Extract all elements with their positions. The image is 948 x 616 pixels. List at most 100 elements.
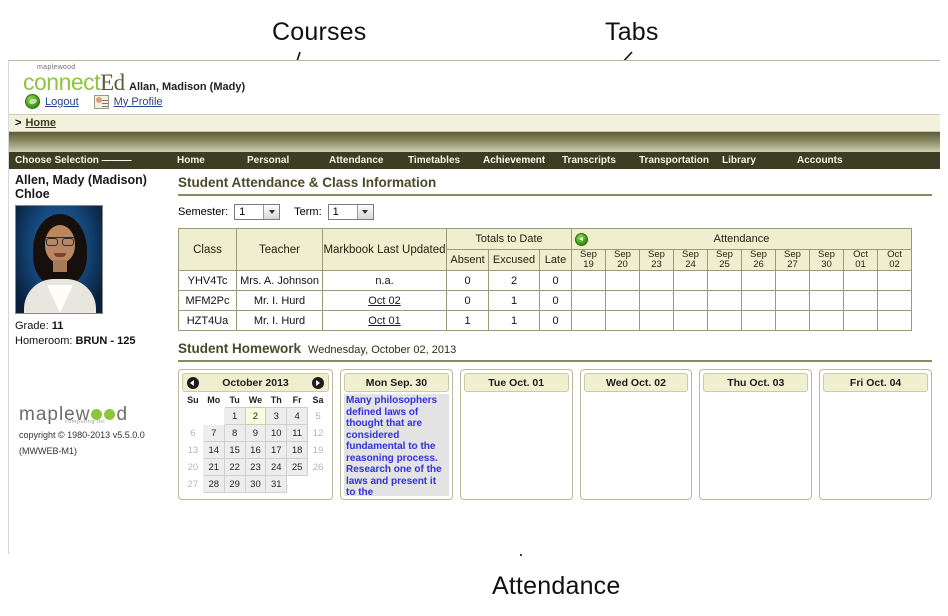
calendar-day[interactable]: 3 xyxy=(265,407,288,425)
cell-att-0-2[interactable] xyxy=(639,270,674,291)
cell-att-2-0[interactable] xyxy=(571,310,606,331)
calendar-day[interactable]: 25 xyxy=(286,458,309,476)
cell-att-0-5[interactable] xyxy=(741,270,776,291)
homework-day-wed: Wed Oct. 02 xyxy=(579,369,693,500)
homework-day-header[interactable]: Tue Oct. 01 xyxy=(463,373,569,392)
markbook-link-2[interactable]: Oct 01 xyxy=(368,315,400,327)
attendance-back-arrow-icon[interactable] xyxy=(575,233,588,246)
nav-item-personal[interactable]: Personal xyxy=(247,155,289,166)
cell-att-2-4[interactable] xyxy=(707,310,742,331)
calendar-day[interactable]: 22 xyxy=(223,458,246,476)
cell-att-1-2[interactable] xyxy=(639,290,674,311)
nav-item-accounts[interactable]: Accounts xyxy=(797,155,843,166)
calendar-week-row: 6 7 8 9 10 11 12 xyxy=(183,424,329,442)
calendar-day[interactable]: 31 xyxy=(265,475,288,493)
homework-day-body xyxy=(703,392,808,496)
cell-att-1-6[interactable] xyxy=(775,290,810,311)
cell-att-1-1[interactable] xyxy=(605,290,640,311)
calendar-day[interactable]: 15 xyxy=(223,441,246,459)
homework-day-body xyxy=(464,392,569,496)
calendar-day[interactable]: 16 xyxy=(244,441,267,459)
homework-day-header[interactable]: Mon Sep. 30 xyxy=(344,373,449,392)
cell-att-2-8[interactable] xyxy=(843,310,878,331)
nav-item-attendance[interactable]: Attendance xyxy=(329,155,383,166)
th-late: Late xyxy=(539,249,572,271)
homework-divider xyxy=(178,360,932,362)
breadcrumb-home-link[interactable]: Home xyxy=(25,117,56,129)
calendar-day[interactable]: 29 xyxy=(223,475,246,493)
calendar-day[interactable]: 8 xyxy=(223,424,246,442)
prev-month-icon[interactable] xyxy=(187,376,199,389)
app-header: maplewood connectEd Allan, Madison (Mady… xyxy=(9,61,940,114)
logout-globe-icon[interactable] xyxy=(25,94,40,109)
calendar-day[interactable]: 10 xyxy=(265,424,288,442)
cell-att-0-1[interactable] xyxy=(605,270,640,291)
homework-day-header[interactable]: Fri Oct. 04 xyxy=(823,373,928,392)
cell-att-0-9[interactable] xyxy=(877,270,912,291)
cell-att-2-5[interactable] xyxy=(741,310,776,331)
cell-att-2-2[interactable] xyxy=(639,310,674,331)
cell-teacher-2: Mr. I. Hurd xyxy=(236,310,323,331)
cell-att-2-3[interactable] xyxy=(673,310,708,331)
main-navigation: Choose Selection ——— Home Personal Atten… xyxy=(9,152,940,169)
term-select-value: 1 xyxy=(332,206,339,218)
semester-chevron-down-icon[interactable] xyxy=(263,205,280,219)
calendar-day[interactable]: 1 xyxy=(223,407,246,425)
calendar-day[interactable]: 17 xyxy=(265,441,288,459)
calendar-day[interactable]: 4 xyxy=(286,407,309,425)
profile-card-icon[interactable] xyxy=(93,94,109,109)
calendar-day[interactable]: 24 xyxy=(265,458,288,476)
calendar-day[interactable]: 11 xyxy=(286,424,309,442)
cell-att-2-9[interactable] xyxy=(877,310,912,331)
cell-att-1-7[interactable] xyxy=(809,290,844,311)
homework-day-header[interactable]: Thu Oct. 03 xyxy=(703,373,809,392)
cell-att-0-6[interactable] xyxy=(775,270,810,291)
calendar-day[interactable]: 23 xyxy=(244,458,267,476)
markbook-link-1[interactable]: Oct 02 xyxy=(368,295,400,307)
cell-markbook-0: n.a. xyxy=(322,270,447,291)
calendar-day: 20 xyxy=(187,461,199,473)
cell-att-2-1[interactable] xyxy=(605,310,640,331)
cell-att-2-6[interactable] xyxy=(775,310,810,331)
cell-att-1-8[interactable] xyxy=(843,290,878,311)
nav-item-transportation[interactable]: Transportation xyxy=(639,155,709,166)
nav-item-timetables[interactable]: Timetables xyxy=(408,155,460,166)
cell-att-0-8[interactable] xyxy=(843,270,878,291)
my-profile-link[interactable]: My Profile xyxy=(114,96,163,108)
cell-att-1-3[interactable] xyxy=(673,290,708,311)
term-select[interactable]: 1 xyxy=(327,204,374,220)
nav-item-library[interactable]: Library xyxy=(722,155,756,166)
title-divider xyxy=(178,194,932,196)
cell-att-0-7[interactable] xyxy=(809,270,844,291)
nav-item-home[interactable]: Home xyxy=(177,155,205,166)
calendar-day[interactable]: 7 xyxy=(202,424,225,442)
cell-att-1-4[interactable] xyxy=(707,290,742,311)
nav-item-transcripts[interactable]: Transcripts xyxy=(562,155,616,166)
nav-item-achievement[interactable]: Achievement xyxy=(483,155,545,166)
cell-att-0-4[interactable] xyxy=(707,270,742,291)
nav-item-choose-selection[interactable]: Choose Selection ——— xyxy=(15,155,132,166)
cell-att-1-0[interactable] xyxy=(571,290,606,311)
calendar-day[interactable]: 21 xyxy=(202,458,225,476)
calendar-day[interactable]: 28 xyxy=(202,475,225,493)
calendar-day[interactable]: 30 xyxy=(244,475,267,493)
weekday-fr: Fr xyxy=(292,395,302,405)
cell-att-1-5[interactable] xyxy=(741,290,776,311)
connected-logo[interactable]: maplewood connectEd xyxy=(23,64,125,94)
logout-link[interactable]: Logout xyxy=(45,96,79,108)
calendar-day[interactable]: 18 xyxy=(286,441,309,459)
cell-att-0-0[interactable] xyxy=(571,270,606,291)
student-name: Allen, Mady (Madison) Chloe xyxy=(15,173,147,201)
semester-select[interactable]: 1 xyxy=(234,204,281,220)
term-chevron-down-icon[interactable] xyxy=(356,205,373,219)
th-date-0: Sep 19 xyxy=(571,249,606,271)
homework-note[interactable]: Many philosophers defined laws of though… xyxy=(344,394,449,496)
next-month-icon[interactable] xyxy=(311,376,324,389)
cell-att-2-7[interactable] xyxy=(809,310,844,331)
homework-day-header[interactable]: Wed Oct. 02 xyxy=(583,373,689,392)
cell-att-0-3[interactable] xyxy=(673,270,708,291)
calendar-day[interactable]: 14 xyxy=(202,441,225,459)
calendar-day-today[interactable]: 2 xyxy=(244,407,267,425)
calendar-day[interactable]: 9 xyxy=(244,424,267,442)
cell-att-1-9[interactable] xyxy=(877,290,912,311)
